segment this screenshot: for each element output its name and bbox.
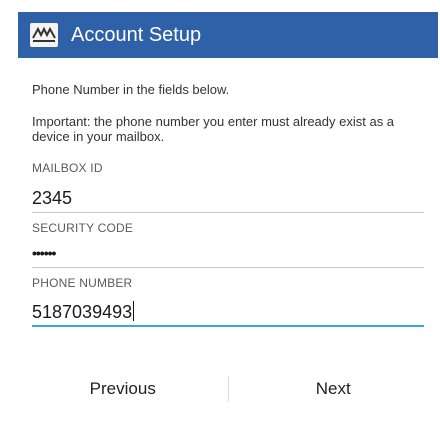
phone-number-input[interactable]: 5187039493: [32, 301, 424, 323]
mailbox-id-field[interactable]: MAILBOX ID 2345: [32, 161, 424, 213]
intro-text: Phone Number in the fields below.: [32, 82, 230, 97]
mailbox-id-underline: [32, 212, 424, 213]
phone-number-field[interactable]: PHONE NUMBER 5187039493: [32, 276, 424, 327]
att-globe-icon-svg: [31, 24, 57, 46]
previous-button[interactable]: Previous: [18, 379, 228, 399]
next-button[interactable]: Next: [229, 379, 439, 399]
app-header: Account Setup: [18, 12, 438, 58]
security-code-label: SECURITY CODE: [32, 221, 134, 235]
page-title: Account Setup: [71, 24, 202, 46]
att-globe-icon: [30, 23, 58, 47]
account-setup-screen: Account Setup Phone Number in the fields…: [18, 0, 440, 426]
navigation-footer: Previous Next: [18, 368, 438, 410]
phone-number-value: 5187039493: [32, 302, 133, 322]
mailbox-id-value[interactable]: 2345: [32, 188, 424, 209]
phone-number-label: PHONE NUMBER: [32, 276, 133, 290]
important-note: Important: the phone number you enter mu…: [32, 114, 395, 144]
text-cursor: [133, 301, 135, 321]
phone-number-underline-active: [32, 325, 424, 327]
main-content: Phone Number in the fields below. Import…: [32, 82, 424, 327]
security-code-underline: [32, 267, 424, 268]
mailbox-id-label: MAILBOX ID: [32, 161, 103, 175]
security-code-value[interactable]: ••••••: [32, 243, 424, 263]
security-code-field[interactable]: SECURITY CODE ••••••: [32, 221, 424, 268]
